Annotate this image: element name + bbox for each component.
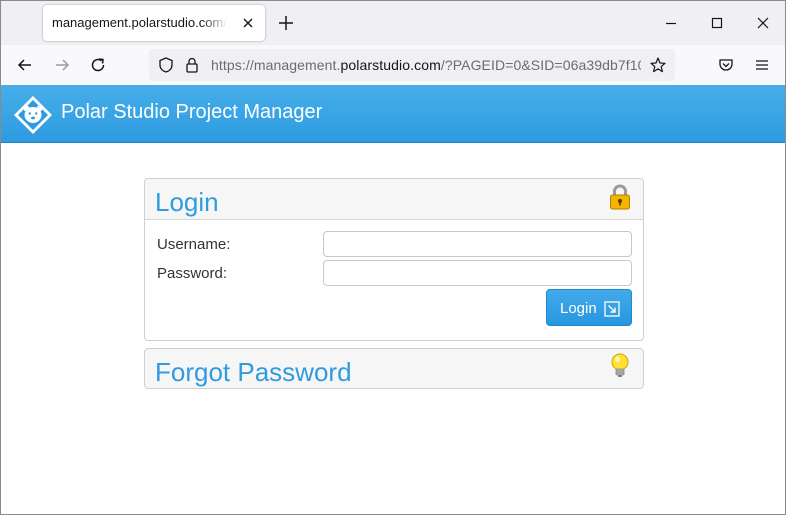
padlock-icon xyxy=(610,184,630,210)
forgot-password-header[interactable]: Forgot Password xyxy=(145,349,643,388)
password-label: Password: xyxy=(157,265,228,282)
password-input[interactable] xyxy=(323,260,632,286)
username-label: Username: xyxy=(157,236,231,253)
forgot-password-title[interactable]: Forgot Password xyxy=(155,357,352,388)
close-icon[interactable] xyxy=(239,14,257,32)
login-title: Login xyxy=(155,187,219,217)
login-arrow-icon xyxy=(604,301,620,317)
nav-bar: https://management.polarstudio.com/?PAGE… xyxy=(1,45,785,85)
back-arrow-icon[interactable] xyxy=(15,55,35,75)
url-prefix: https://management. xyxy=(211,57,341,73)
hamburger-menu-icon[interactable] xyxy=(752,55,772,75)
maximize-icon[interactable] xyxy=(707,13,727,33)
tab-active[interactable]: management.polarstudio.com/?PAGEID=0&SID… xyxy=(43,5,265,41)
url-rest: /?PAGEID=0&SID=06a39db7f100 xyxy=(440,57,641,73)
star-icon[interactable] xyxy=(649,56,667,74)
minimize-icon[interactable] xyxy=(661,13,681,33)
tab-bar: management.polarstudio.com/?PAGEID=0&SID… xyxy=(1,1,785,45)
username-input[interactable] xyxy=(323,231,632,257)
close-icon[interactable] xyxy=(753,13,773,33)
tab-title: management.polarstudio.com/?PAGEID=0&SID… xyxy=(52,15,228,30)
reload-icon[interactable] xyxy=(88,55,108,75)
url-text: https://management.polarstudio.com/?PAGE… xyxy=(211,57,641,73)
pocket-icon[interactable] xyxy=(716,55,736,75)
app-header: Polar Studio Project Manager xyxy=(1,85,785,143)
login-panel-header: Login xyxy=(145,179,643,220)
forward-arrow-icon[interactable] xyxy=(52,55,72,75)
lock-icon[interactable] xyxy=(183,56,201,74)
app-title: Polar Studio Project Manager xyxy=(61,101,323,123)
polar-bear-logo-icon xyxy=(14,96,52,134)
url-domain: polarstudio.com xyxy=(340,57,441,73)
forgot-password-panel[interactable]: Forgot Password xyxy=(144,348,644,389)
login-panel: Login Username: Password: Login xyxy=(144,178,644,341)
address-bar[interactable]: https://management.polarstudio.com/?PAGE… xyxy=(149,49,675,81)
lightbulb-icon xyxy=(611,353,629,377)
plus-icon[interactable] xyxy=(276,13,296,33)
shield-icon[interactable] xyxy=(157,56,175,74)
login-button-label: Login xyxy=(560,300,597,317)
login-button[interactable]: Login xyxy=(546,289,632,326)
browser-window: management.polarstudio.com/?PAGEID=0&SID… xyxy=(0,0,786,515)
